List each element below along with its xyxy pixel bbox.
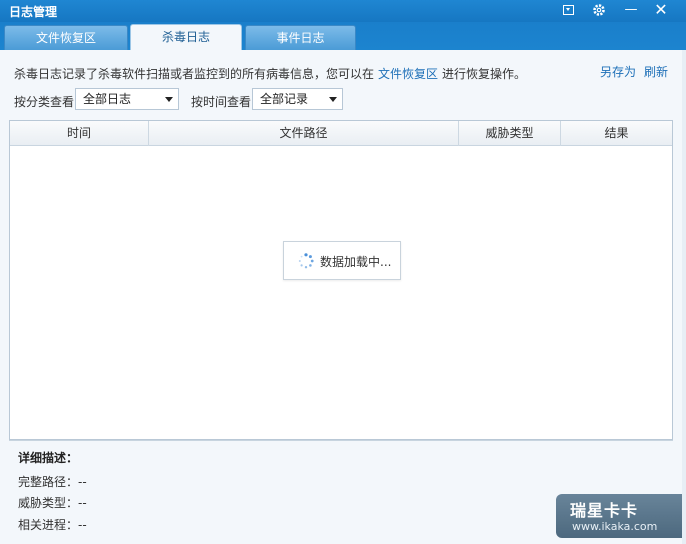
- close-button[interactable]: ✕: [650, 1, 672, 19]
- column-header-threat-type[interactable]: 威胁类型: [459, 121, 561, 146]
- watermark-url: www.ikaka.com: [572, 520, 658, 533]
- main-panel: 杀毒日志记录了杀毒软件扫描或者监控到的所有病毒信息，您可以在 文件恢复区 进行恢复操…: [0, 50, 682, 544]
- time-select[interactable]: 全部记录: [252, 88, 343, 110]
- tab-file-recovery[interactable]: 文件恢复区: [4, 25, 128, 50]
- dropdown-menu-icon[interactable]: [557, 1, 579, 19]
- info-prefix: 杀毒日志记录了杀毒软件扫描或者监控到的所有病毒信息，您可以在: [14, 67, 375, 81]
- time-select-value: 全部记录: [260, 92, 309, 106]
- window-title: 日志管理: [9, 5, 58, 19]
- detail-value: --: [78, 518, 87, 532]
- info-suffix: 进行恢复操作。: [442, 67, 527, 81]
- column-header-time[interactable]: 时间: [10, 121, 149, 146]
- tab-antivirus-log[interactable]: 杀毒日志: [130, 24, 242, 50]
- time-filter-label: 按时间查看: [191, 95, 252, 109]
- chevron-down-icon: [329, 97, 337, 102]
- tab-bar: 文件恢复区 杀毒日志 事件日志: [0, 22, 686, 50]
- gear-icon[interactable]: [588, 1, 610, 19]
- file-recovery-link[interactable]: 文件恢复区: [378, 67, 438, 81]
- detail-threat-type: 威胁类型：--: [18, 494, 87, 511]
- detail-value: --: [78, 496, 87, 510]
- detail-title: 详细描述：: [18, 451, 79, 465]
- detail-value: --: [78, 475, 87, 489]
- category-select-value: 全部日志: [83, 92, 132, 106]
- log-table[interactable]: 时间 文件路径 威胁类型 结果 数据加载中...: [9, 120, 673, 440]
- window-edge: [682, 50, 686, 544]
- detail-related-process: 相关进程：--: [18, 516, 87, 533]
- title-bar: 日志管理 — ✕: [0, 0, 686, 22]
- minimize-button[interactable]: —: [620, 1, 642, 19]
- loading-spinner-icon: [298, 253, 314, 269]
- info-text: 杀毒日志记录了杀毒软件扫描或者监控到的所有病毒信息，您可以在 文件恢复区 进行恢复操…: [14, 65, 526, 82]
- loading-indicator: 数据加载中...: [283, 241, 401, 280]
- loading-text: 数据加载中...: [320, 255, 392, 269]
- detail-label: 相关进程：: [18, 518, 79, 532]
- chevron-down-icon: [165, 97, 173, 102]
- column-header-result[interactable]: 结果: [561, 121, 672, 146]
- detail-label: 威胁类型：: [18, 496, 79, 510]
- category-select[interactable]: 全部日志: [75, 88, 179, 110]
- column-header-file-path[interactable]: 文件路径: [149, 121, 459, 146]
- save-as-link[interactable]: 另存为: [600, 63, 636, 80]
- watermark-logo: 瑞星卡卡 www.ikaka.com: [556, 494, 682, 538]
- detail-full-path: 完整路径：--: [18, 473, 87, 490]
- table-header: 时间 文件路径 威胁类型 结果: [10, 121, 672, 146]
- detail-label: 完整路径：: [18, 475, 79, 489]
- refresh-link[interactable]: 刷新: [644, 63, 668, 80]
- category-filter-label: 按分类查看: [14, 95, 75, 109]
- tab-event-log[interactable]: 事件日志: [245, 25, 356, 50]
- watermark-title: 瑞星卡卡: [570, 501, 639, 520]
